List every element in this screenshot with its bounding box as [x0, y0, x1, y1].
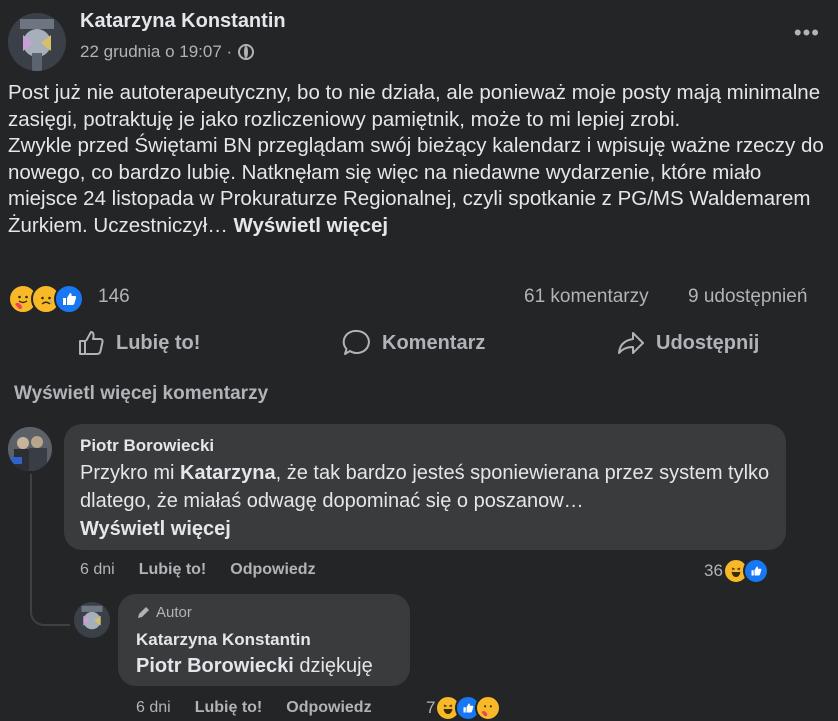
- comment-meta: 6 dni Lubię to! Odpowiedz: [80, 561, 316, 579]
- globe-icon: [238, 44, 255, 60]
- post-paragraph-1: Post już nie autoterapeutyczny, bo to ni…: [8, 81, 821, 131]
- reply-text-after: dziękuję: [293, 655, 373, 677]
- like-emoji-icon: [54, 284, 84, 314]
- commenter-avatar[interactable]: [8, 427, 52, 471]
- comment-author[interactable]: Piotr Borowiecki: [80, 436, 214, 456]
- like-button[interactable]: Lubię to!: [76, 326, 200, 360]
- share-button-label: Udostępnij: [656, 331, 760, 354]
- comment-reply-button[interactable]: Odpowiedz: [230, 561, 315, 579]
- reply-mention[interactable]: Piotr Borowiecki: [136, 655, 294, 677]
- post-paragraph-2-text: Zwykle przed Świętami BN przeglądam swój…: [8, 134, 824, 237]
- reply-like-button[interactable]: Lubię to!: [195, 699, 263, 717]
- like-emoji-icon: [742, 558, 769, 584]
- comment-button-label: Komentarz: [382, 331, 486, 354]
- comment-see-more-link[interactable]: Wyświetl więcej: [80, 518, 231, 540]
- comment-button[interactable]: Komentarz: [342, 326, 485, 360]
- author-badge: Autor: [136, 604, 192, 621]
- reply-author-avatar[interactable]: [74, 602, 110, 638]
- post-date[interactable]: 22 grudnia o 19:07 ·: [80, 42, 232, 62]
- comment-time[interactable]: 6 dni: [80, 561, 115, 579]
- post-paragraph-2: Zwykle przed Świętami BN przeglądam swój…: [8, 133, 828, 239]
- view-more-comments-link[interactable]: Wyświetl więcej komentarzy: [14, 383, 268, 405]
- post-body: Post już nie autoterapeutyczny, bo to ni…: [8, 80, 828, 239]
- reactions-summary[interactable]: [8, 284, 84, 314]
- comment-text-before: Przykro mi: [80, 462, 180, 484]
- comment-reactions[interactable]: 36: [704, 558, 769, 584]
- thumbs-up-icon: [79, 331, 104, 355]
- share-arrow-icon: [618, 332, 644, 354]
- author-badge-label: Autor: [156, 604, 192, 621]
- share-button[interactable]: Udostępnij: [616, 326, 759, 360]
- pencil-icon: [138, 606, 149, 618]
- reply-bubble: Autor Katarzyna Konstantin Piotr Borowie…: [118, 594, 410, 686]
- reactions-count[interactable]: 146: [98, 286, 130, 308]
- reply-thread-line: [30, 474, 70, 626]
- comment-text: Przykro mi Katarzyna, że tak bardzo jest…: [80, 459, 780, 543]
- post-author-name[interactable]: Katarzyna Konstantin: [80, 10, 286, 33]
- comment-bubble: Piotr Borowiecki Przykro mi Katarzyna, ż…: [64, 424, 786, 550]
- reply-reply-button[interactable]: Odpowiedz: [286, 699, 371, 717]
- comment-mention[interactable]: Katarzyna: [180, 462, 276, 484]
- reply-author[interactable]: Katarzyna Konstantin: [136, 630, 311, 650]
- reply-reactions-count: 7: [426, 698, 436, 717]
- comment-bubble-icon: [342, 329, 370, 355]
- comment-like-button[interactable]: Lubię to!: [139, 561, 207, 579]
- reply-meta: 6 dni Lubię to! Odpowiedz: [136, 699, 372, 717]
- more-options-icon[interactable]: •••: [794, 20, 820, 46]
- reply-time[interactable]: 6 dni: [136, 699, 171, 717]
- shares-count[interactable]: 9 udostępnień: [688, 286, 807, 308]
- reply-reactions[interactable]: 7: [426, 695, 502, 721]
- reply-text: Piotr Borowiecki dziękuję: [136, 652, 373, 680]
- see-more-link[interactable]: Wyświetl więcej: [234, 214, 389, 237]
- post-meta: 22 grudnia o 19:07 ·: [80, 42, 255, 62]
- comment-reactions-count: 36: [704, 561, 723, 580]
- like-button-label: Lubię to!: [116, 331, 201, 354]
- author-avatar[interactable]: [8, 13, 66, 71]
- care-emoji-icon: [475, 695, 502, 721]
- comments-count[interactable]: 61 komentarzy: [524, 286, 649, 308]
